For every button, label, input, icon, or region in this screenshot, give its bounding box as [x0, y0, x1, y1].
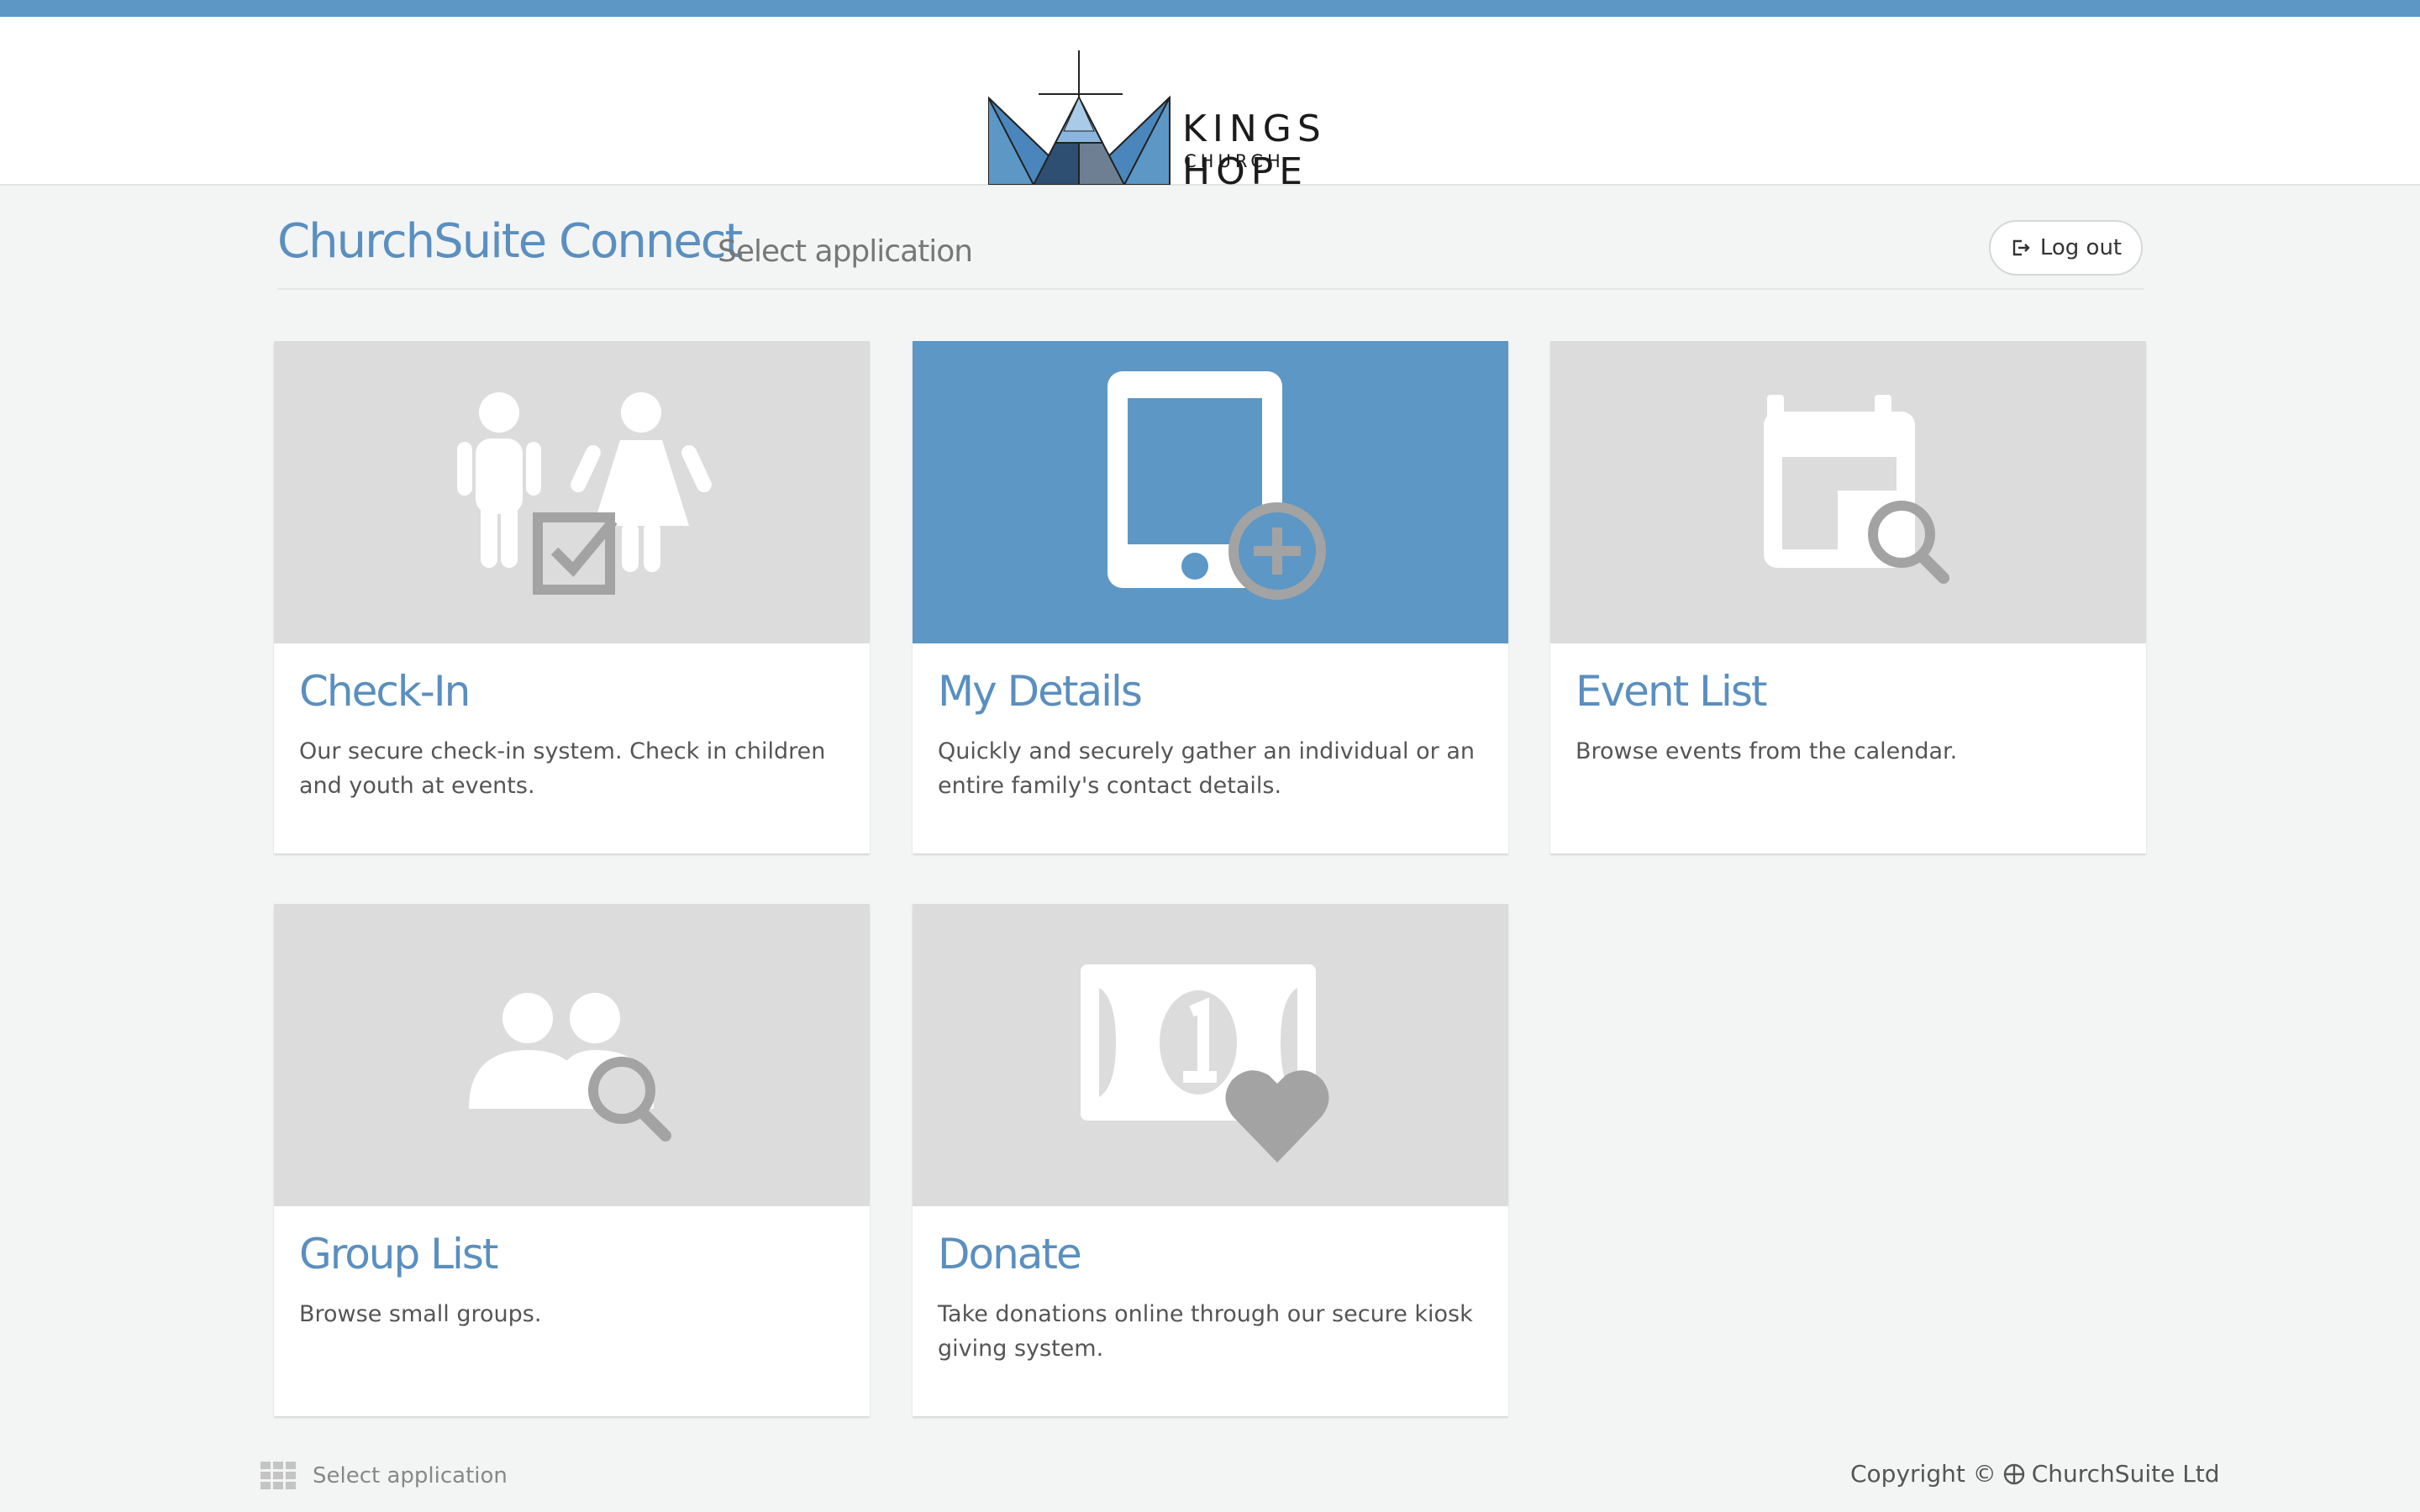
copyright-company[interactable]: ChurchSuite Ltd — [2032, 1460, 2220, 1488]
app-card-banner — [274, 341, 870, 643]
logout-button[interactable]: Log out — [1989, 220, 2143, 276]
logout-icon — [2012, 239, 2030, 256]
app-card-description: Take donations online through our secure… — [938, 1301, 1473, 1362]
app-card-my-details[interactable]: My Details Quickly and securely gather a… — [913, 341, 1508, 853]
page-title-row: ChurchSuite Connect Select application L… — [277, 214, 2144, 290]
top-accent-bar — [0, 0, 2420, 17]
calendar-search-icon — [1764, 395, 1949, 584]
group-search-icon — [469, 993, 671, 1142]
app-card-description: Browse events from the calendar. — [1576, 738, 1958, 764]
logout-label: Log out — [2039, 235, 2123, 260]
children-check-icon — [457, 392, 712, 595]
app-card-title: Group List — [299, 1230, 499, 1278]
app-card-title: My Details — [938, 667, 1143, 716]
app-card-banner — [913, 341, 1508, 643]
app-card-description: Browse small groups. — [299, 1301, 542, 1327]
app-card-donate[interactable]: Donate Take donations online through our… — [913, 904, 1508, 1416]
logo-emblem-icon — [987, 50, 1171, 186]
copyright-prefix: Copyright © — [1850, 1460, 1996, 1488]
app-card-description: Our secure check-in system. Check in chi… — [299, 738, 826, 799]
logo-name: KINGS HOPE — [1182, 108, 1327, 193]
app-card-description: Quickly and securely gather an individua… — [938, 738, 1475, 799]
app-card-banner — [274, 904, 870, 1206]
banknote-heart-icon — [1081, 964, 1329, 1163]
app-card-group-list[interactable]: Group List Browse small groups. — [274, 904, 870, 1416]
logo-subname: CHURCH — [1184, 151, 1285, 171]
tablet-add-icon — [1107, 371, 1326, 600]
app-card-banner — [1550, 341, 2146, 643]
page-subtitle: Select application — [718, 234, 973, 269]
footer-select-application[interactable]: Select application — [260, 1462, 508, 1490]
app-card-event-list[interactable]: Event List Browse events from the calend… — [1550, 341, 2146, 853]
grid-icon — [260, 1462, 296, 1489]
app-card-check-in[interactable]: Check-In Our secure check-in system. Che… — [274, 341, 870, 853]
footer-select-label: Select application — [313, 1463, 508, 1488]
app-card-title: Donate — [938, 1230, 1082, 1278]
app-card-title: Event List — [1576, 667, 1768, 716]
church-logo[interactable]: KINGS HOPE CHURCH — [987, 34, 1442, 193]
site-header: KINGS HOPE CHURCH — [0, 17, 2420, 193]
app-card-banner — [913, 904, 1508, 1206]
churchsuite-logo-icon — [2003, 1463, 2024, 1484]
app-card-title: Check-In — [299, 667, 471, 716]
page-title: ChurchSuite Connect — [277, 214, 744, 269]
footer-copyright: Copyright © ChurchSuite Ltd — [1850, 1460, 2220, 1488]
